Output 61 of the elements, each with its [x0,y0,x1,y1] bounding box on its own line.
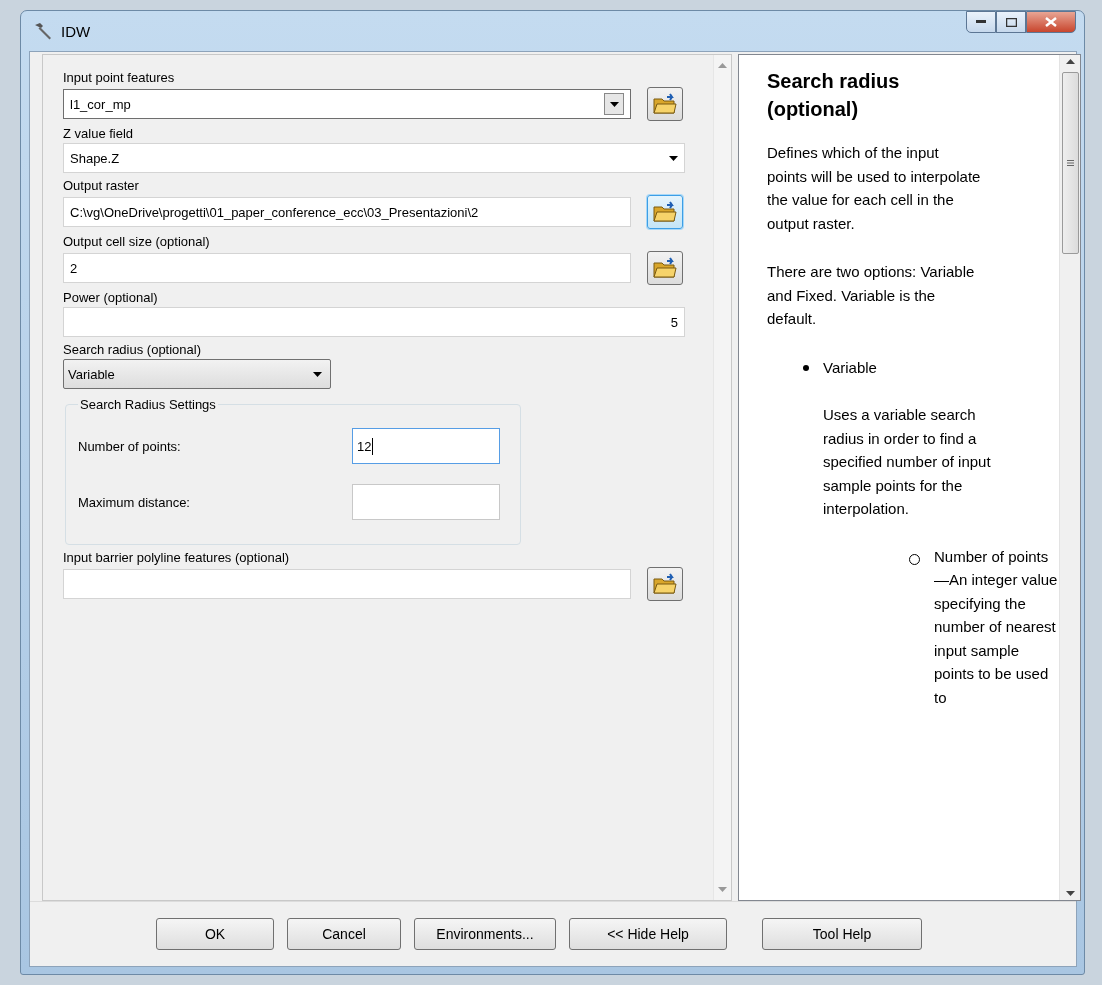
field-label: Output raster [63,177,140,195]
scrollbar[interactable] [1059,55,1080,900]
field-label: Output cell size (optional) [63,233,211,251]
close-button[interactable] [1026,11,1076,33]
browse-button[interactable] [647,567,683,601]
browse-button[interactable] [647,87,683,121]
dialog-button[interactable]: << Hide Help [569,918,727,950]
minimize-button[interactable] [966,11,996,33]
dropdown-arrow-icon [609,101,619,107]
help-text: There are two options: Variable and Fixed. Variable is the default. [767,262,976,329]
input-field[interactable]: 2 [63,253,631,283]
browse-button[interactable] [647,251,683,285]
scroll-thumb[interactable] [1061,72,1079,254]
help-title: Search radius (optional) [767,69,901,122]
window-title: IDW [61,22,92,40]
dropdown-button[interactable] [604,93,624,115]
folder-icon [653,201,677,223]
dropdown-arrow-icon [669,155,678,161]
field-label: Maximum distance: [78,494,191,510]
dropdown-arrow-icon [313,371,322,377]
scroll-down-icon [718,887,727,892]
bullet-icon [909,553,920,565]
combo-box[interactable]: l1_cor_mp [63,89,631,119]
help-text: Uses a variable search radius in order to find a specified number of input sample points for the interpolation. [823,405,992,519]
close-icon [1045,17,1057,27]
hammer-icon [33,22,53,40]
input-field[interactable] [63,569,631,599]
field-label: Input barrier polyline features (optional) [63,549,291,567]
help-text: Variable [823,357,878,378]
field-label: Z value field [63,125,135,143]
input-field[interactable] [352,484,500,520]
minimize-icon [976,20,986,24]
scroll-up-icon [1065,59,1075,64]
help-text: Number of points—An integer value specifying the number of nearest input sample points to be used to [934,546,1059,708]
folder-icon [653,257,677,279]
dialog-button[interactable]: Tool Help [762,918,922,950]
maximize-icon [1005,17,1017,27]
dialog-button[interactable]: OK [156,918,274,950]
input-field[interactable]: 5 [63,307,685,337]
grip-icon [1066,160,1074,166]
field-label: Search radius (optional) [63,341,203,359]
field-label: Power (optional) [63,289,159,307]
scroll-down-icon [1065,891,1075,896]
folder-icon [653,93,677,115]
browse-button[interactable] [647,195,683,229]
dialog-button[interactable]: Cancel [287,918,401,950]
input-field[interactable]: C:\vg\OneDrive\progetti\01_paper_conference_ecc\03_Presentazioni\2 [63,197,631,227]
dialog-button[interactable]: Environments... [414,918,556,950]
scroll-up-icon [718,63,727,68]
input-field[interactable]: 12 [352,428,500,464]
group-title: Search Radius Settings [79,397,217,412]
select-field[interactable]: Variable [63,359,331,389]
text-cursor [372,437,374,455]
help-text: Defines which of the input points will be used to interpolate the value for each cell in the output raster. [767,143,982,234]
bullet-icon [803,364,809,371]
folder-icon [653,573,677,595]
field-label: Input point features [63,69,176,87]
maximize-button[interactable] [996,11,1026,33]
scrollbar[interactable] [713,55,731,900]
dropdown-field[interactable]: Shape.Z [63,143,685,173]
field-label: Number of points: [78,438,182,454]
